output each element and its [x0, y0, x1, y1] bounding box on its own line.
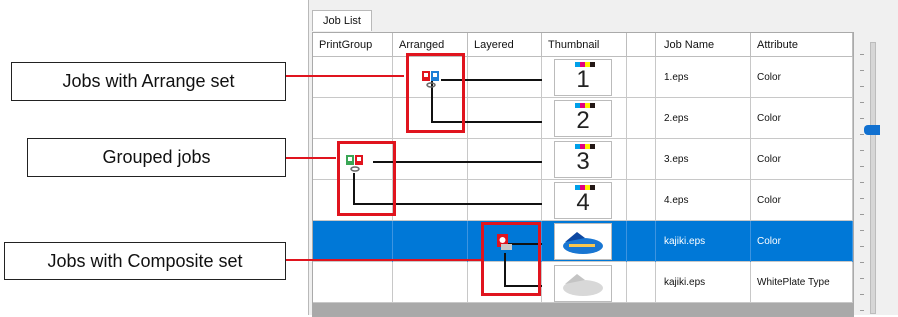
vertical-slider[interactable] — [856, 32, 898, 315]
attribute-cell: Color — [751, 57, 853, 98]
table-cell — [468, 57, 542, 98]
annotation-composite-box — [481, 222, 541, 296]
table-cell — [627, 262, 656, 303]
table-cell — [313, 262, 393, 303]
annotation-arrange-box — [406, 53, 465, 133]
slider-tick — [860, 182, 864, 183]
table-cell — [313, 221, 393, 262]
slider-tick — [860, 150, 864, 151]
table-cell — [313, 57, 393, 98]
column-header-attribute[interactable]: Attribute — [751, 33, 853, 57]
thumbnail-number: 1 — [576, 66, 590, 93]
thumbnail-kajiki-color — [554, 223, 612, 260]
slider-tick — [860, 70, 864, 71]
job-name-cell: 2.eps — [656, 98, 751, 139]
empty-list-area — [313, 303, 853, 316]
thumbnail-number: 4 — [576, 189, 590, 216]
column-header-job-name[interactable]: Job Name — [656, 33, 751, 57]
slider-tick — [860, 118, 864, 119]
annotation-group-box — [337, 141, 396, 216]
table-cell — [627, 180, 656, 221]
slider-tick — [860, 262, 864, 263]
attribute-cell: Color — [751, 180, 853, 221]
slider-tick — [860, 102, 864, 103]
thumbnail-kajiki-white — [554, 265, 612, 302]
thumbnail-3: 3 — [554, 141, 612, 178]
job-name-cell: kajiki.eps — [656, 262, 751, 303]
thumbnail-4: 4 — [554, 182, 612, 219]
attribute-cell: Color — [751, 139, 853, 180]
column-header-printgroup[interactable]: PrintGroup — [313, 33, 393, 57]
attribute-cell: WhitePlate Type — [751, 262, 853, 303]
slider-thumb[interactable] — [864, 125, 880, 135]
slider-tick — [860, 134, 864, 135]
thumbnail-2: 2 — [554, 100, 612, 137]
slider-track — [870, 42, 876, 314]
thumbnail-number: 2 — [576, 107, 590, 134]
table-cell — [393, 139, 468, 180]
table-cell — [627, 139, 656, 180]
slider-tick — [860, 278, 864, 279]
slider-tick — [860, 54, 864, 55]
thumbnail-1: 1 — [554, 59, 612, 96]
slider-tick — [860, 166, 864, 167]
column-header-blank[interactable] — [627, 33, 656, 57]
column-header-thumbnail[interactable]: Thumbnail — [542, 33, 627, 57]
job-name-cell: 1.eps — [656, 57, 751, 98]
slider-tick — [860, 230, 864, 231]
callout-grouped-pointer — [286, 157, 336, 159]
table-cell — [468, 139, 542, 180]
slider-tick — [860, 310, 864, 311]
table-row[interactable]: 1.eps Color 1 — [313, 57, 853, 98]
callout-composite-pointer — [286, 259, 481, 261]
tab-job-list[interactable]: Job List — [312, 10, 372, 31]
table-row[interactable]: 2.eps Color 2 — [313, 98, 853, 139]
table-cell — [627, 57, 656, 98]
group-line-4 — [373, 203, 542, 205]
callout-composite: Jobs with Composite set — [4, 242, 286, 280]
job-name-cell: kajiki.eps — [656, 221, 751, 262]
slider-tick — [860, 214, 864, 215]
slider-tick — [860, 198, 864, 199]
table-cell — [393, 180, 468, 221]
attribute-cell: Color — [751, 98, 853, 139]
table-cell — [313, 98, 393, 139]
slider-tick — [860, 246, 864, 247]
callout-arrange: Jobs with Arrange set — [11, 62, 286, 101]
callout-grouped: Grouped jobs — [27, 138, 286, 177]
table-cell — [393, 262, 468, 303]
job-name-cell: 4.eps — [656, 180, 751, 221]
layer-line-2 — [463, 121, 542, 123]
layer-line-1 — [463, 79, 542, 81]
table-cell — [468, 180, 542, 221]
job-name-cell: 3.eps — [656, 139, 751, 180]
slider-tick — [860, 86, 864, 87]
attribute-cell: Color — [751, 221, 853, 262]
table-cell — [627, 221, 656, 262]
table-cell — [468, 98, 542, 139]
slider-tick — [860, 294, 864, 295]
group-line-3 — [373, 161, 542, 163]
table-cell — [627, 98, 656, 139]
thumbnail-number: 3 — [576, 148, 590, 175]
column-header-layered[interactable]: Layered — [468, 33, 542, 57]
callout-arrange-pointer — [286, 75, 404, 77]
table-cell — [393, 221, 468, 262]
